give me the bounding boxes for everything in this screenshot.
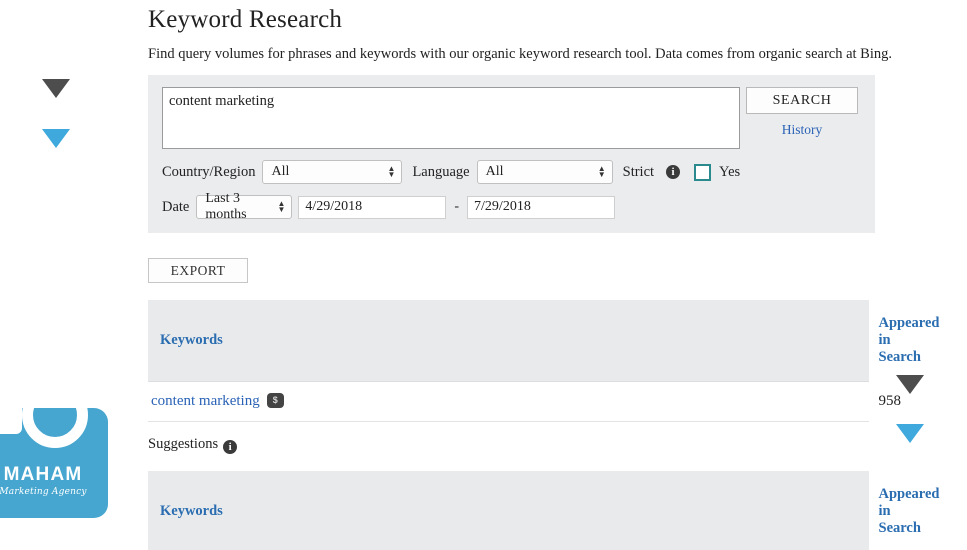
info-icon-suggestions[interactable]: i xyxy=(223,440,238,454)
export-button[interactable]: EXPORT xyxy=(148,258,248,283)
triangle-down-icon-left-blue xyxy=(42,129,70,148)
results-table-header-row: Keywords Appeared in Search xyxy=(148,300,939,382)
results-table: Keywords Appeared in Search content mark… xyxy=(148,300,939,422)
keyword-link[interactable]: content marketing xyxy=(151,393,260,409)
logo-ring-shape xyxy=(22,408,88,448)
strict-label: Strict xyxy=(622,163,655,180)
country-region-value: All xyxy=(271,164,290,179)
date-separator: - xyxy=(454,199,460,214)
logo-cutout-shape xyxy=(0,408,22,434)
logo-tagline: Marketing Agency xyxy=(0,487,87,497)
date-range-value: Last 3 months xyxy=(205,191,247,222)
main-content: Keyword Research Find query volumes for … xyxy=(148,0,939,550)
results-cell-appeared: 958 xyxy=(508,381,901,422)
suggestions-col-appeared[interactable]: Appeared in Search xyxy=(508,471,939,550)
date-from-input[interactable] xyxy=(298,195,447,219)
language-select[interactable]: All ▲ ▼ xyxy=(476,160,613,184)
info-icon-strict[interactable]: i xyxy=(666,165,681,179)
strict-yes-label: Yes xyxy=(719,163,741,180)
triangle-down-icon-left-dark xyxy=(42,79,70,98)
search-filter-panel: SEARCH History Country/Region All ▲▼ Lan… xyxy=(148,75,875,233)
country-region-label: Country/Region xyxy=(162,163,256,180)
history-link[interactable]: History xyxy=(743,122,861,138)
suggestions-table-header-row: Keywords Appeared in Search xyxy=(148,471,939,550)
date-range-select[interactable]: Last 3 months ▲ ▼ xyxy=(196,191,293,222)
page-description: Find query volumes for phrases and keywo… xyxy=(148,46,892,62)
search-actions: SEARCH History xyxy=(743,87,861,138)
results-col-keywords[interactable]: Keywords xyxy=(148,300,509,382)
results-col-appeared[interactable]: Appeared in Search xyxy=(508,300,939,382)
date-to-input[interactable] xyxy=(467,195,616,219)
suggestions-table: Keywords Appeared in Search what is cont… xyxy=(148,471,939,550)
suggestions-col-keywords[interactable]: Keywords xyxy=(148,471,509,550)
select-arrows-icon: ▲ ▼ xyxy=(387,164,396,179)
filters-row-2: Date Last 3 months ▲▼ - xyxy=(162,191,861,222)
screenshot-root: MAHAM Marketing Agency Keyword Research … xyxy=(0,0,967,550)
table-row: content marketing $ 958 xyxy=(148,381,901,422)
suggestions-text: Suggestions xyxy=(148,436,219,452)
language-label: Language xyxy=(412,163,470,180)
select-arrows-icon: ▲ ▼ xyxy=(277,199,286,214)
triangle-down-icon-right-dark xyxy=(896,375,924,394)
search-button[interactable]: SEARCH xyxy=(746,87,858,114)
select-arrows-icon: ▲ ▼ xyxy=(597,164,606,179)
maham-logo: MAHAM Marketing Agency xyxy=(0,408,108,518)
strict-checkbox[interactable] xyxy=(694,163,712,181)
language-value: All xyxy=(485,164,504,179)
filters-row-1: Country/Region All ▲ ▼ Language All ▲ ▼ St… xyxy=(162,160,861,184)
keyword-query-input[interactable] xyxy=(162,87,740,149)
country-region-select[interactable]: All ▲ ▼ xyxy=(262,160,403,184)
dollar-badge-icon[interactable]: $ xyxy=(266,393,284,408)
logo-name: MAHAM xyxy=(3,464,83,485)
suggestions-label: Suggestions i xyxy=(148,436,876,454)
results-cell-keyword: content marketing $ xyxy=(148,381,509,422)
triangle-down-icon-right-blue xyxy=(896,424,924,443)
page-title: Keyword Research xyxy=(148,6,343,33)
date-label: Date xyxy=(162,198,190,215)
